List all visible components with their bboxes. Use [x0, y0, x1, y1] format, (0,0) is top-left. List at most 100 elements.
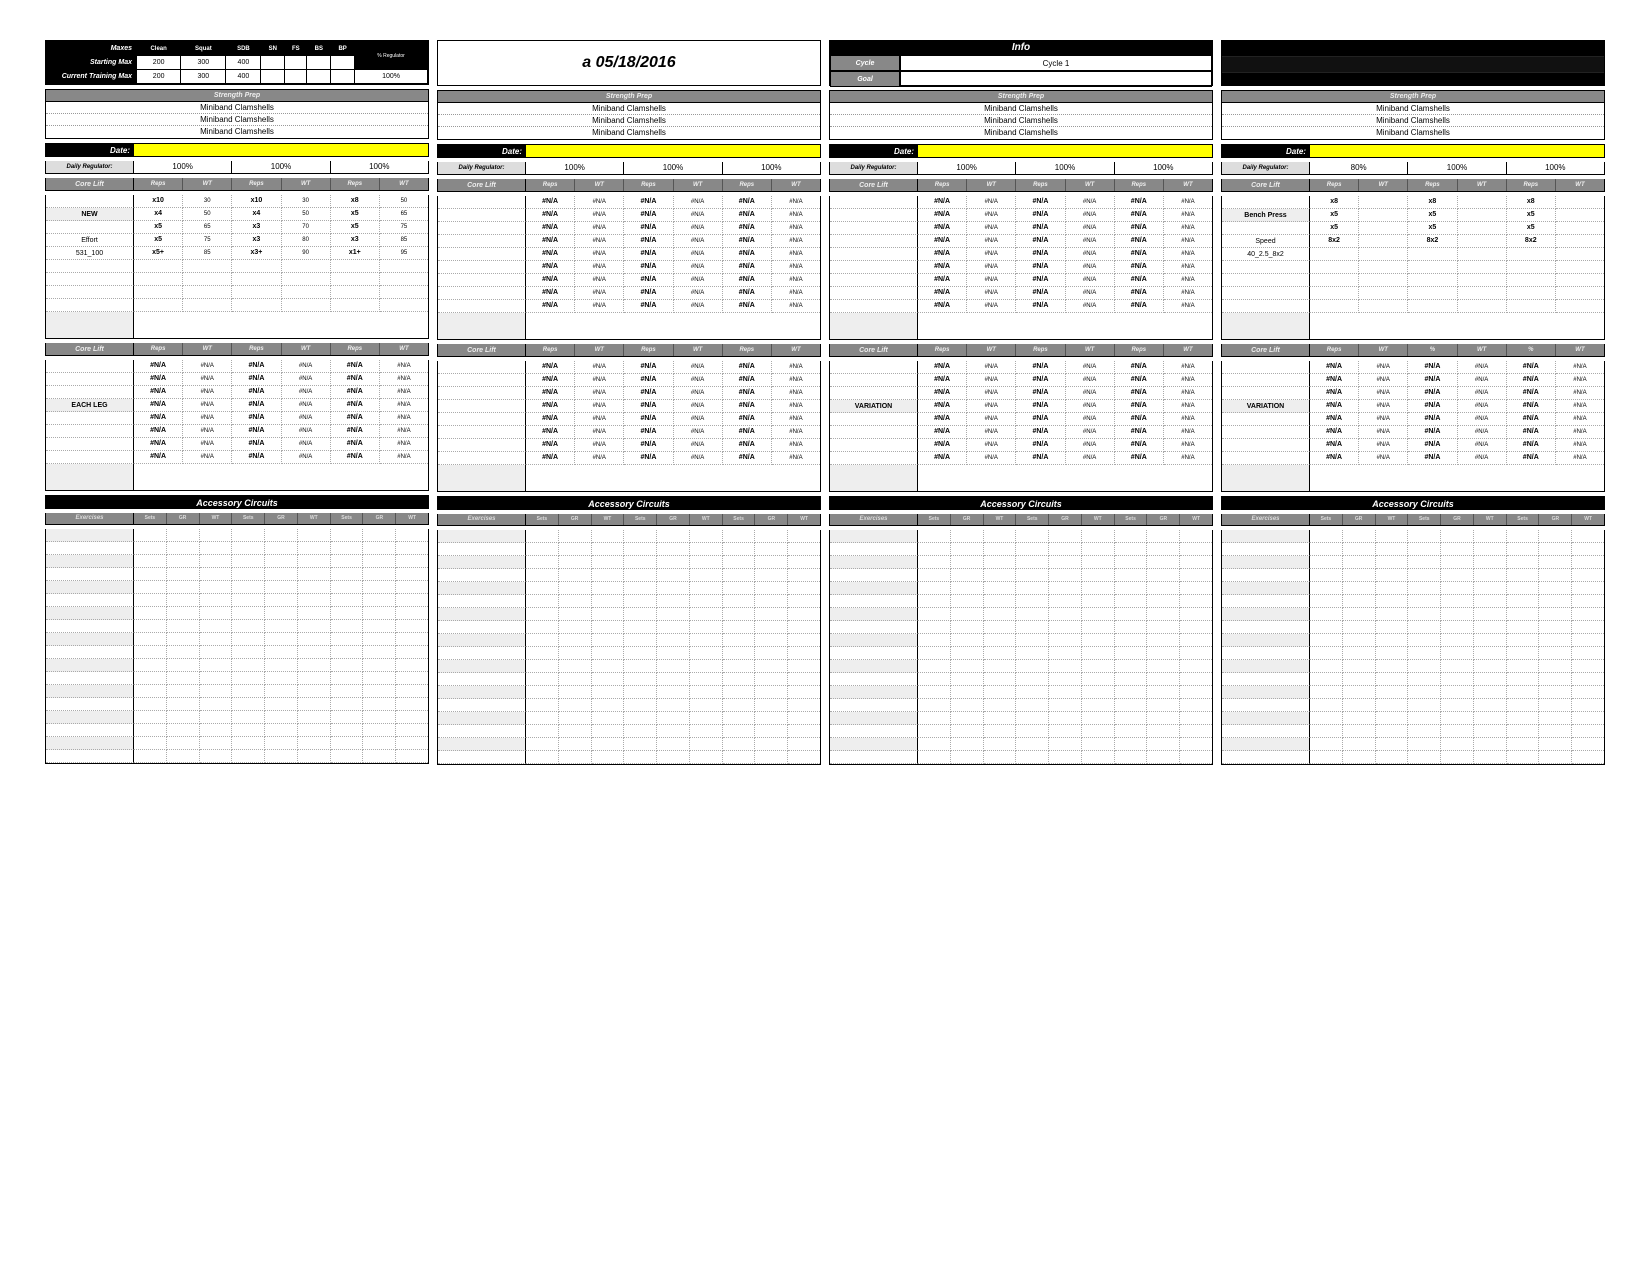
- accessory-cell[interactable]: [1572, 530, 1604, 543]
- accessory-cell[interactable]: [788, 582, 820, 595]
- lift-cell[interactable]: [1408, 287, 1457, 300]
- lift-cell[interactable]: [1359, 196, 1408, 209]
- accessory-cell[interactable]: [1474, 556, 1507, 569]
- accessory-cell[interactable]: [1507, 556, 1540, 569]
- accessory-cell[interactable]: [1016, 738, 1049, 751]
- accessory-cell[interactable]: [298, 581, 331, 594]
- accessory-exercise[interactable]: [1222, 608, 1310, 621]
- accessory-cell[interactable]: [134, 711, 167, 724]
- lift-cell[interactable]: [1310, 248, 1359, 261]
- accessory-cell[interactable]: [1310, 621, 1343, 634]
- accessory-exercise[interactable]: [438, 621, 526, 634]
- accessory-cell[interactable]: [265, 620, 298, 633]
- accessory-cell[interactable]: [1539, 530, 1572, 543]
- accessory-cell[interactable]: [788, 673, 820, 686]
- lift-cell[interactable]: [1408, 248, 1457, 261]
- accessory-exercise[interactable]: [438, 660, 526, 673]
- accessory-cell[interactable]: [1572, 712, 1604, 725]
- accessory-cell[interactable]: [134, 633, 167, 646]
- accessory-cell[interactable]: [918, 595, 951, 608]
- accessory-exercise[interactable]: [46, 750, 134, 763]
- accessory-cell[interactable]: [788, 530, 820, 543]
- accessory-cell[interactable]: [526, 556, 559, 569]
- accessory-exercise[interactable]: [438, 725, 526, 738]
- accessory-cell[interactable]: [232, 750, 265, 763]
- accessory-cell[interactable]: [167, 594, 200, 607]
- accessory-cell[interactable]: [592, 595, 625, 608]
- lift-cell[interactable]: [1359, 274, 1408, 287]
- accessory-cell[interactable]: [1474, 595, 1507, 608]
- accessory-cell[interactable]: [1441, 634, 1474, 647]
- accessory-cell[interactable]: [559, 556, 592, 569]
- accessory-cell[interactable]: [559, 712, 592, 725]
- accessory-cell[interactable]: [1310, 569, 1343, 582]
- lift-cell[interactable]: [232, 260, 281, 273]
- accessory-cell[interactable]: [755, 686, 788, 699]
- accessory-cell[interactable]: [1474, 608, 1507, 621]
- lift-cell[interactable]: x3: [232, 221, 281, 234]
- accessory-cell[interactable]: [1343, 647, 1376, 660]
- lift-cell[interactable]: [1408, 274, 1457, 287]
- accessory-cell[interactable]: [951, 712, 984, 725]
- current-max-cell[interactable]: 200: [137, 70, 181, 84]
- accessory-cell[interactable]: [396, 646, 428, 659]
- accessory-cell[interactable]: [690, 608, 723, 621]
- accessory-cell[interactable]: [167, 672, 200, 685]
- accessory-cell[interactable]: [1572, 582, 1604, 595]
- accessory-exercise[interactable]: [1222, 543, 1310, 556]
- accessory-cell[interactable]: [1539, 556, 1572, 569]
- accessory-cell[interactable]: [984, 686, 1017, 699]
- accessory-cell[interactable]: [167, 581, 200, 594]
- accessory-cell[interactable]: [526, 699, 559, 712]
- accessory-cell[interactable]: [690, 621, 723, 634]
- accessory-exercise[interactable]: [1222, 751, 1310, 764]
- accessory-cell[interactable]: [1180, 595, 1212, 608]
- accessory-cell[interactable]: [1016, 569, 1049, 582]
- accessory-cell[interactable]: [951, 621, 984, 634]
- accessory-exercise[interactable]: [830, 569, 918, 582]
- accessory-cell[interactable]: [592, 686, 625, 699]
- accessory-exercise[interactable]: [438, 751, 526, 764]
- accessory-cell[interactable]: [396, 633, 428, 646]
- accessory-cell[interactable]: [1376, 699, 1409, 712]
- accessory-cell[interactable]: [1474, 699, 1507, 712]
- accessory-cell[interactable]: [1016, 634, 1049, 647]
- accessory-cell[interactable]: [1408, 556, 1441, 569]
- accessory-cell[interactable]: [592, 634, 625, 647]
- accessory-cell[interactable]: [723, 751, 756, 764]
- accessory-cell[interactable]: [951, 725, 984, 738]
- accessory-cell[interactable]: [1572, 543, 1604, 556]
- accessory-cell[interactable]: [134, 620, 167, 633]
- accessory-cell[interactable]: [624, 543, 657, 556]
- accessory-cell[interactable]: [134, 724, 167, 737]
- lift-cell[interactable]: [134, 299, 183, 312]
- accessory-cell[interactable]: [167, 607, 200, 620]
- accessory-cell[interactable]: [723, 673, 756, 686]
- accessory-cell[interactable]: [1115, 621, 1148, 634]
- accessory-cell[interactable]: [396, 724, 428, 737]
- accessory-cell[interactable]: [1408, 634, 1441, 647]
- accessory-cell[interactable]: [1180, 699, 1212, 712]
- accessory-cell[interactable]: [363, 633, 396, 646]
- accessory-cell[interactable]: [1441, 725, 1474, 738]
- accessory-cell[interactable]: [1310, 556, 1343, 569]
- accessory-cell[interactable]: [690, 556, 723, 569]
- accessory-cell[interactable]: [951, 647, 984, 660]
- accessory-cell[interactable]: [723, 556, 756, 569]
- accessory-cell[interactable]: [918, 543, 951, 556]
- accessory-cell[interactable]: [723, 569, 756, 582]
- accessory-cell[interactable]: [690, 738, 723, 751]
- accessory-cell[interactable]: [788, 751, 820, 764]
- accessory-cell[interactable]: [396, 672, 428, 685]
- accessory-cell[interactable]: [1343, 556, 1376, 569]
- accessory-cell[interactable]: [1049, 673, 1082, 686]
- accessory-cell[interactable]: [1147, 686, 1180, 699]
- current-max-cell[interactable]: [307, 70, 331, 84]
- accessory-cell[interactable]: [526, 621, 559, 634]
- accessory-cell[interactable]: [1049, 712, 1082, 725]
- current-max-cell[interactable]: 300: [181, 70, 226, 84]
- accessory-cell[interactable]: [755, 530, 788, 543]
- accessory-exercise[interactable]: [46, 646, 134, 659]
- accessory-exercise[interactable]: [46, 568, 134, 581]
- accessory-cell[interactable]: [1376, 530, 1409, 543]
